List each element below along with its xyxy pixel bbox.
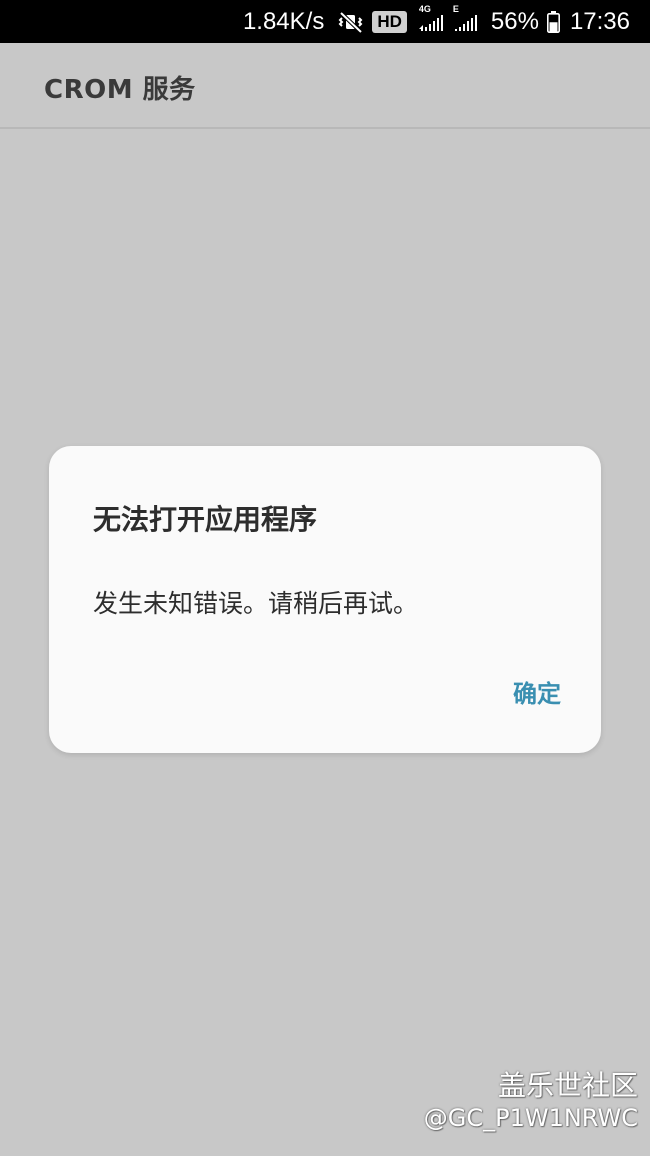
vibrate-mute-icon (338, 10, 364, 34)
app-bar: CROM 服务 (0, 43, 650, 129)
sim2-signal: E (453, 4, 481, 33)
watermark-community: 盖乐世社区 (497, 1069, 638, 1102)
network-speed: 1.84K/s (242, 7, 325, 35)
sim1-signal: 4G (418, 4, 447, 33)
app-title: CROM 服务 (44, 75, 196, 105)
dialog-title: 无法打开应用程序 (93, 503, 318, 536)
battery-percent: 56% (490, 7, 539, 35)
clock: 17:36 (569, 7, 630, 35)
confirm-button[interactable]: 确定 (513, 674, 561, 709)
hd-badge: HD (372, 10, 407, 33)
watermark-user-handle: @GC_P1W1NRWC (423, 1104, 638, 1132)
error-dialog: 无法打开应用程序 发生未知错误。请稍后再试。 确定 (49, 446, 601, 753)
signal-bars-icon (454, 14, 477, 31)
dialog-message: 发生未知错误。请稍后再试。 (93, 589, 419, 618)
status-bar: 1.84K/s HD 4G E 56% 17:36 (0, 0, 650, 43)
signal-bars-icon (418, 14, 443, 31)
battery-icon (546, 10, 560, 33)
sim2-network-tag: E (452, 3, 459, 14)
screen: 1.84K/s HD 4G E 56% 17:36 CROM 服务 无法打开应用… (0, 0, 650, 1156)
sim1-network-tag: 4G (418, 3, 431, 14)
